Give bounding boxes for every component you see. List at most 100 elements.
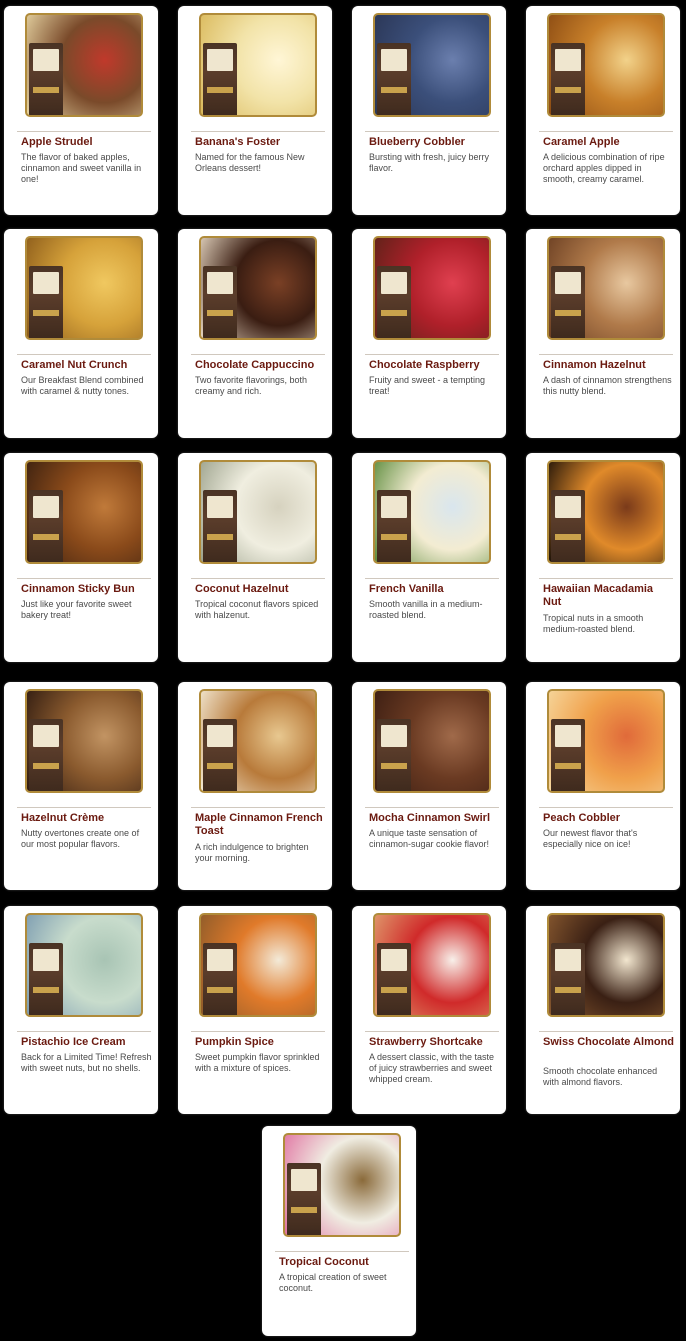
coffee-bag-image [551, 490, 585, 562]
flavor-name[interactable]: Apple Strudel [21, 136, 152, 149]
ice-cream-photo[interactable] [199, 460, 317, 564]
flavor-name[interactable]: Hawaiian Macadamia Nut [543, 583, 674, 609]
card-divider [539, 131, 673, 132]
flavor-name[interactable]: Cinnamon Hazelnut [543, 359, 674, 372]
flavor-description: Named for the famous New Orleans dessert… [195, 152, 305, 173]
flavor-card[interactable]: Blueberry Cobbler Bursting with fresh, ju… [352, 6, 506, 215]
coffee-bag-image [203, 943, 237, 1015]
chocolates-photo[interactable] [199, 236, 317, 340]
caramel-apple-photo[interactable] [547, 13, 665, 117]
flavor-name[interactable]: Peach Cobbler [543, 812, 674, 825]
flavor-card[interactable]: Coconut Hazelnut Tropical coconut flavors… [178, 453, 332, 662]
flavor-card[interactable]: Tropical Coconut A tropical creation of s… [262, 1126, 416, 1336]
card-divider [539, 807, 673, 808]
flavor-name[interactable]: Chocolate Cappuccino [195, 359, 326, 372]
coffee-bag-image [29, 43, 63, 115]
coffee-bag-image [377, 490, 411, 562]
flavor-card[interactable]: Banana's Foster Named for the famous New … [178, 6, 332, 215]
banana-slices-photo[interactable] [199, 13, 317, 117]
flavor-card[interactable]: Cinnamon Sticky Bun Just like your favori… [4, 453, 158, 662]
palm-sunset-photo[interactable] [547, 460, 665, 564]
coffee-bag-image [29, 266, 63, 338]
flavor-card[interactable]: Caramel Nut Crunch Our Breakfast Blend co… [4, 229, 158, 438]
flavor-card[interactable]: Pumpkin Spice Sweet pumpkin flavor sprink… [178, 906, 332, 1114]
flavor-name[interactable]: Coconut Hazelnut [195, 583, 326, 596]
flavor-card[interactable]: Apple Strudel The flavor of baked apples,… [4, 6, 158, 215]
card-divider [539, 354, 673, 355]
pumpkins-photo[interactable] [199, 913, 317, 1017]
flavor-description: A delicious combination of ripe orchard … [543, 152, 665, 184]
caramel-nuts-photo[interactable] [25, 236, 143, 340]
flavor-description: Just like your favorite sweet bakery tre… [21, 599, 132, 620]
flavor-name[interactable]: Swiss Chocolate Almond [543, 1036, 674, 1049]
coffee-bag-image [551, 719, 585, 791]
flavor-name[interactable]: Strawberry Shortcake [369, 1036, 500, 1049]
card-divider [365, 578, 499, 579]
flavor-name[interactable]: Hazelnut Crème [21, 812, 152, 825]
flavor-name[interactable]: Tropical Coconut [279, 1256, 410, 1269]
peach-photo[interactable] [547, 689, 665, 793]
flavor-card[interactable]: Chocolate Raspberry Fruity and sweet - a … [352, 229, 506, 438]
apples-cinnamon-photo[interactable] [25, 13, 143, 117]
coffee-bag-image [29, 943, 63, 1015]
coconut-flower-photo[interactable] [283, 1133, 401, 1237]
flavor-name[interactable]: Pistachio Ice Cream [21, 1036, 152, 1049]
coffee-bag-image [377, 943, 411, 1015]
card-divider [191, 807, 325, 808]
coffee-bag-image [29, 719, 63, 791]
flavor-description: Back for a Limited Time! Refresh with sw… [21, 1052, 152, 1073]
flavor-card[interactable]: Peach Cobbler Our newest flavor that's es… [526, 682, 680, 890]
strawberry-shortcake-photo[interactable] [373, 913, 491, 1017]
cinnamon-stick-photo[interactable] [547, 236, 665, 340]
flavor-description: Two favorite flavorings, both creamy and… [195, 375, 308, 396]
card-divider [17, 578, 151, 579]
flavor-card[interactable]: Maple Cinnamon French Toast A rich indulg… [178, 682, 332, 890]
flavor-name[interactable]: Caramel Apple [543, 136, 674, 149]
card-divider [539, 1031, 673, 1032]
pistachio-ice-cream-photo[interactable] [25, 913, 143, 1017]
flavor-description: A tropical creation of sweet coconut. [279, 1272, 387, 1293]
card-divider [365, 354, 499, 355]
card-divider [365, 131, 499, 132]
flavor-name[interactable]: Mocha Cinnamon Swirl [369, 812, 500, 825]
vanilla-ice-cream-photo[interactable] [373, 460, 491, 564]
flavor-description: Tropical coconut flavors spiced with hal… [195, 599, 319, 620]
flavor-description: A rich indulgence to brighten your morni… [195, 842, 309, 863]
flavor-card[interactable]: Mocha Cinnamon Swirl A unique taste sensa… [352, 682, 506, 890]
card-divider [17, 131, 151, 132]
flavor-card[interactable]: Pistachio Ice Cream Back for a Limited Ti… [4, 906, 158, 1114]
flavor-card[interactable]: Swiss Chocolate Almond Smooth chocolate e… [526, 906, 680, 1114]
chocolate-tart-photo[interactable] [25, 689, 143, 793]
card-divider [539, 578, 673, 579]
flavor-name[interactable]: Blueberry Cobbler [369, 136, 500, 149]
flavor-description: A dash of cinnamon strengthens this nutt… [543, 375, 672, 396]
flavor-card[interactable]: Caramel Apple A delicious combination of … [526, 6, 680, 215]
flavor-description: Tropical nuts in a smooth medium-roasted… [543, 613, 644, 634]
flavor-name[interactable]: Pumpkin Spice [195, 1036, 326, 1049]
flavor-description: Bursting with fresh, juicy berry flavor. [369, 152, 490, 173]
flavor-card[interactable]: Strawberry Shortcake A dessert classic, w… [352, 906, 506, 1114]
flavor-name[interactable]: French Vanilla [369, 583, 500, 596]
flavor-card[interactable]: French Vanilla Smooth vanilla in a medium… [352, 453, 506, 662]
raspberries-photo[interactable] [373, 236, 491, 340]
flavor-name[interactable]: Maple Cinnamon French Toast [195, 812, 326, 838]
flavor-card[interactable]: Hazelnut Crème Nutty overtones create one… [4, 682, 158, 890]
flavor-name[interactable]: Banana's Foster [195, 136, 326, 149]
sticky-bun-photo[interactable] [25, 460, 143, 564]
card-divider [365, 1031, 499, 1032]
card-divider [17, 354, 151, 355]
flavor-card[interactable]: Hawaiian Macadamia Nut Tropical nuts in a… [526, 453, 680, 662]
blueberries-photo[interactable] [373, 13, 491, 117]
flavor-card[interactable]: Cinnamon Hazelnut A dash of cinnamon stre… [526, 229, 680, 438]
chocolate-almond-photo[interactable] [547, 913, 665, 1017]
coffee-bag-image [203, 266, 237, 338]
flavor-description: Smooth vanilla in a medium-roasted blend… [369, 599, 483, 620]
flavor-name[interactable]: Cinnamon Sticky Bun [21, 583, 152, 596]
flavor-card[interactable]: Chocolate Cappuccino Two favorite flavori… [178, 229, 332, 438]
card-divider [191, 578, 325, 579]
cinnamon-chocolate-photo[interactable] [373, 689, 491, 793]
flavor-name[interactable]: Caramel Nut Crunch [21, 359, 152, 372]
coffee-bag-image [551, 43, 585, 115]
flavor-name[interactable]: Chocolate Raspberry [369, 359, 500, 372]
french-toast-photo[interactable] [199, 689, 317, 793]
